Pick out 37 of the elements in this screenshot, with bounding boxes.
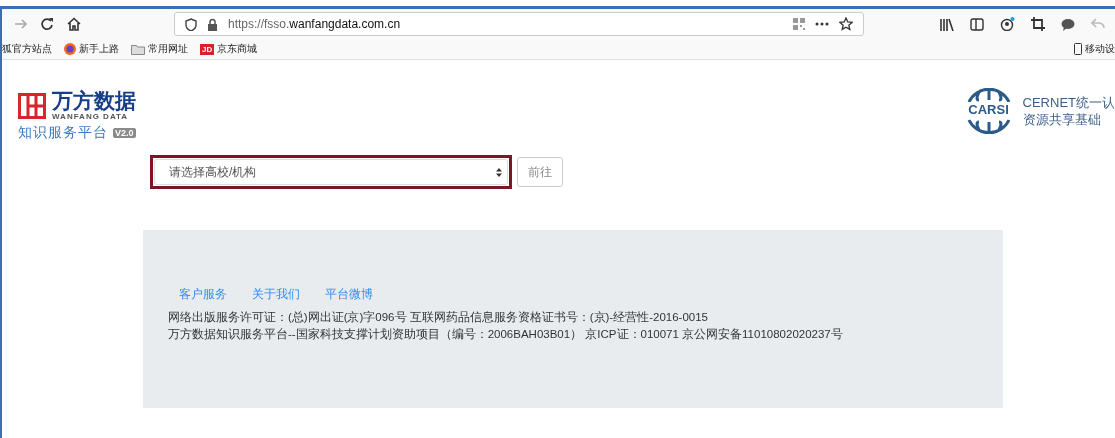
logo-subtitle: WANFANG DATA [52,112,130,121]
url-text: https://fsso.wanfangdata.com.cn [228,17,401,31]
carsi-title: CERNET统一认 [1022,94,1115,111]
shield-icon [185,17,197,31]
crop-icon[interactable] [1031,17,1045,31]
bookmark-label: 新手上路 [79,42,119,56]
version-badge: V2.0 [113,128,136,138]
bookmark-label: 京东商城 [217,42,258,56]
star-icon[interactable] [839,17,853,31]
jd-logo: JD [200,43,215,55]
home-icon[interactable] [66,17,82,31]
folder-icon [131,43,145,55]
logo-mark-icon [18,92,46,119]
bookmark-item[interactable]: 狐官方站点 [2,42,52,56]
sort-arrows-icon [496,167,502,177]
bookmark-label: 常用网址 [148,42,188,56]
lock-icon [207,17,218,31]
qr-code-icon[interactable] [793,18,805,30]
bookmark-label: 移动设 [1085,42,1115,56]
logo-title: 万方数据 [52,90,136,112]
phone-icon [1074,43,1082,55]
go-button[interactable]: 前往 [517,157,563,187]
bookmark-item[interactable]: JD 京东商城 [200,42,258,56]
footer-text: 网络出版服务许可证：(总)网出证(京)字096号 互联网药品信息服务资格证书号：(京)-经营性-2016-0015 [168,310,709,325]
bookmark-item[interactable]: 新手上路 [64,42,119,56]
address-bar[interactable]: https://fsso.wanfangdata.com.cn [174,12,864,36]
platform-name: 知识服务平台 [18,124,108,142]
library-icon[interactable] [940,17,954,31]
sidebar-icon[interactable] [970,17,984,31]
chat-icon[interactable] [1061,17,1075,31]
bookmark-item[interactable]: 常用网址 [131,42,188,56]
institution-select[interactable]: 请选择高校/机构 [154,159,508,185]
more-icon[interactable] [815,22,829,26]
reload-icon[interactable] [40,17,54,31]
footer-text: 万方数据知识服务平台--国家科技支撑计划资助项目（编号：2006BAH03B01） 京ICP证：010071 京公网安备11010802020237号 [168,327,844,342]
bookmark-item[interactable]: 移动设 [1074,42,1115,56]
carsi-subtitle: 资源共享基础 [1022,111,1102,128]
